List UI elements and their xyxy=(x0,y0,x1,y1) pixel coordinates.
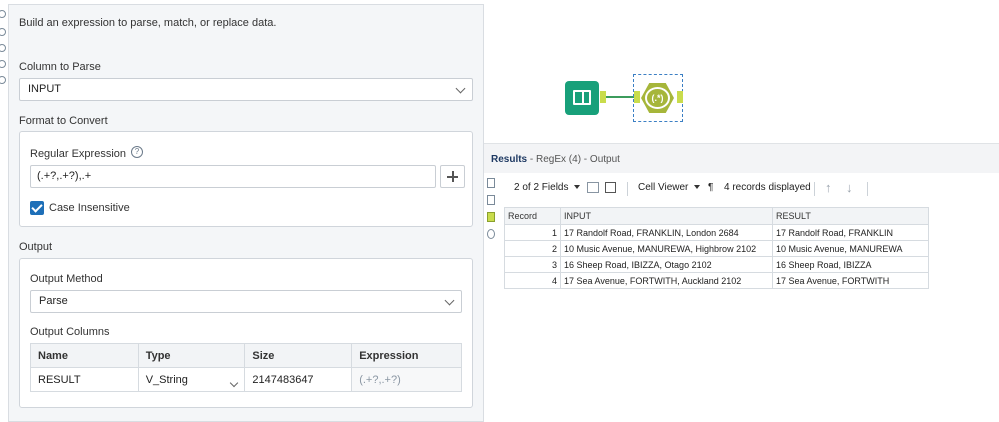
result-cell[interactable]: 17 Sea Avenue, FORTWITH xyxy=(772,272,929,289)
help-icon[interactable] xyxy=(487,229,495,239)
nav-icon[interactable] xyxy=(0,76,6,84)
add-token-button[interactable] xyxy=(440,165,465,188)
output-type-cell[interactable]: V_String xyxy=(137,367,246,392)
workflow-canvas[interactable] xyxy=(484,0,999,143)
collapse-icon[interactable] xyxy=(0,10,6,18)
case-insensitive-label: Case Insensitive xyxy=(49,202,130,214)
input-cell[interactable]: 17 Randolf Road, FRANKLIN, London 2684 xyxy=(560,224,773,241)
deselect-icon[interactable] xyxy=(605,182,616,193)
input-cell[interactable]: 10 Music Avenue, MANUREWA, Highbrow 2102 xyxy=(560,240,773,257)
document-icon[interactable] xyxy=(487,195,495,205)
column-header: Size xyxy=(244,343,353,368)
output-type-value: V_String xyxy=(145,373,188,386)
column-to-parse-dropdown[interactable]: INPUT xyxy=(19,78,473,101)
table-row: 1 17 Randolf Road, FRANKLIN, London 2684… xyxy=(504,224,929,241)
results-table: Record INPUT RESULT 1 17 Randolf Road, F… xyxy=(504,207,929,289)
arrow-up-icon[interactable]: ↑ xyxy=(825,180,832,195)
column-header: Type xyxy=(137,343,246,368)
output-method-label: Output Method xyxy=(30,273,103,285)
record-cell[interactable]: 1 xyxy=(504,224,561,241)
output-method-dropdown[interactable]: Parse xyxy=(30,290,462,313)
results-header: Results - RegEx (4) - Output xyxy=(484,143,999,173)
cell-viewer-selector[interactable]: Cell Viewer xyxy=(638,182,701,193)
record-cell[interactable]: 3 xyxy=(504,256,561,273)
format-to-convert-box: Regular Expression ? (.+?,.+?),.+ Case I… xyxy=(19,131,473,227)
column-header[interactable]: INPUT xyxy=(560,207,773,225)
cell-viewer-label: Cell Viewer xyxy=(638,182,689,193)
output-method-value: Parse xyxy=(39,295,68,307)
book-icon xyxy=(573,90,591,105)
record-cell[interactable]: 2 xyxy=(504,240,561,257)
toolbar-separator xyxy=(814,182,815,196)
left-strip xyxy=(0,0,8,422)
output-size-cell[interactable]: 2147483647 xyxy=(244,367,353,392)
table-row: 4 17 Sea Avenue, FORTWITH, Auckland 2102… xyxy=(504,272,929,289)
output-title: Output xyxy=(19,241,53,253)
column-to-parse-title: Column to Parse xyxy=(19,61,101,73)
arrow-down-icon[interactable]: ↓ xyxy=(846,180,853,195)
result-cell[interactable]: 10 Music Avenue, MANUREWA xyxy=(772,240,929,257)
output-box: Output Method Parse Output Columns Name … xyxy=(19,258,473,408)
grid-icon[interactable] xyxy=(487,178,495,188)
column-header: Expression xyxy=(351,343,462,368)
column-to-parse-value: INPUT xyxy=(28,83,61,95)
output-name-cell[interactable]: RESULT xyxy=(30,367,139,392)
case-insensitive-checkbox[interactable] xyxy=(30,201,44,215)
column-header[interactable]: Record xyxy=(504,207,561,225)
output-expression-cell: (.+?,.+?) xyxy=(351,367,462,392)
fields-label: 2 of 2 Fields xyxy=(514,182,569,193)
regex-input[interactable]: (.+?,.+?),.+ xyxy=(30,165,436,188)
results-title: Results xyxy=(491,154,528,165)
fields-selector[interactable]: 2 of 2 Fields xyxy=(514,182,581,193)
chevron-down-icon xyxy=(455,83,466,94)
input-cell[interactable]: 17 Sea Avenue, FORTWITH, Auckland 2102 xyxy=(560,272,773,289)
output-columns-table: Name Type Size Expression RESULT V_Strin… xyxy=(30,343,462,392)
toolbar-separator xyxy=(867,182,868,196)
regex-icon: (.*) xyxy=(645,87,670,109)
output-anchor[interactable] xyxy=(677,91,683,103)
record-cell[interactable]: 4 xyxy=(504,272,561,289)
pilcrow-icon[interactable]: ¶ xyxy=(708,182,713,193)
edit-icon[interactable] xyxy=(587,182,599,193)
data-icon[interactable] xyxy=(487,212,495,222)
column-header[interactable]: RESULT xyxy=(772,207,929,225)
table-row: 2 10 Music Avenue, MANUREWA, Highbrow 21… xyxy=(504,240,929,257)
chevron-down-icon xyxy=(230,378,239,387)
table-row: RESULT V_String 2147483647 (.+?,.+?) xyxy=(30,367,462,392)
caret-down-icon xyxy=(574,185,581,190)
input-cell[interactable]: 16 Sheep Road, IBIZZA, Otago 2102 xyxy=(560,256,773,273)
input-anchor[interactable] xyxy=(634,91,640,103)
records-count: 4 records displayed xyxy=(724,182,811,193)
toolbar-separator xyxy=(627,182,628,196)
results-subtitle: - RegEx (4) - Output xyxy=(527,154,620,165)
chevron-down-icon xyxy=(444,295,455,306)
result-cell[interactable]: 17 Randolf Road, FRANKLIN xyxy=(772,224,929,241)
result-cell[interactable]: 16 Sheep Road, IBIZZA xyxy=(772,256,929,273)
configuration-panel: Build an expression to parse, match, or … xyxy=(8,4,484,422)
nav-icon[interactable] xyxy=(0,28,6,36)
nav-icon[interactable] xyxy=(0,60,6,68)
regular-expression-label: Regular Expression xyxy=(30,148,126,160)
tool-description: Build an expression to parse, match, or … xyxy=(19,17,277,29)
input-tool[interactable] xyxy=(565,81,599,115)
nav-icon[interactable] xyxy=(0,44,6,52)
output-columns-label: Output Columns xyxy=(30,326,110,338)
format-to-convert-title: Format to Convert xyxy=(19,115,108,127)
help-icon[interactable]: ? xyxy=(131,146,143,158)
caret-down-icon xyxy=(694,185,701,190)
table-row: 3 16 Sheep Road, IBIZZA, Otago 2102 16 S… xyxy=(504,256,929,273)
connection-line xyxy=(606,96,636,98)
results-side-icons xyxy=(487,178,499,246)
column-header: Name xyxy=(30,343,139,368)
